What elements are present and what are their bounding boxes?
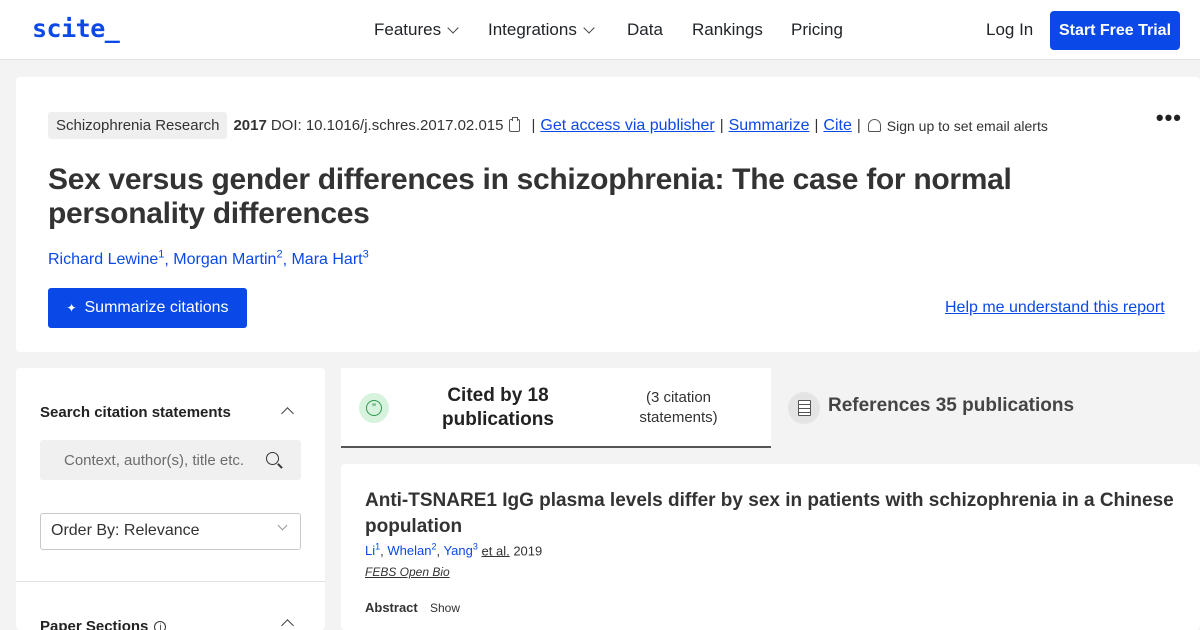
search-statements-heading: Search citation statements [40, 404, 231, 421]
page-title: Sex versus gender differences in schizop… [48, 163, 1012, 230]
nav-data[interactable]: Data [627, 20, 663, 40]
cited-by-count: Cited by 18 publications [442, 385, 554, 430]
order-by-value: Order By: Relevance [51, 522, 200, 539]
author-link[interactable]: Richard Lewine1 [48, 249, 164, 268]
author-link[interactable]: Morgan Martin2 [173, 249, 282, 268]
paper-doi: DOI: 10.1016/j.schres.2017.02.015 [270, 117, 504, 134]
tab-cited-by[interactable]: ” Cited by 18 publications (3 citation s… [341, 368, 771, 448]
search-icon[interactable] [266, 452, 279, 465]
citation-title[interactable]: Anti-TSNARE1 IgG plasma levels differ by… [365, 488, 1185, 540]
start-free-trial-button[interactable]: Start Free Trial [1050, 11, 1180, 50]
cite-link[interactable]: Cite [823, 117, 851, 135]
paper-header-card: Schizophrenia Research 2017 DOI: 10.1016… [16, 77, 1200, 352]
chevron-up-icon[interactable] [281, 619, 294, 630]
bell-icon[interactable] [867, 119, 881, 132]
email-alerts-link[interactable]: Sign up to set email alerts [887, 118, 1048, 134]
references-count: References 35 publications [828, 395, 1075, 416]
nav-integrations-label: Integrations [488, 20, 577, 39]
paper-meta-row: Schizophrenia Research 2017 DOI: 10.1016… [48, 112, 1048, 139]
nav-pricing[interactable]: Pricing [791, 20, 843, 40]
filter-sidebar: Search citation statements Order By: Rel… [16, 368, 325, 630]
top-navbar: scite_ Features Integrations Data Rankin… [0, 0, 1200, 60]
citation-card: Anti-TSNARE1 IgG plasma levels differ by… [341, 464, 1200, 630]
nav-integrations[interactable]: Integrations [488, 20, 595, 40]
scite-logo[interactable]: scite_ [32, 14, 120, 43]
summarize-link[interactable]: Summarize [729, 117, 810, 135]
clipboard-icon[interactable] [509, 117, 521, 132]
paper-sections-heading: Paper Sections i [40, 618, 167, 630]
wand-icon: ✦ [66, 301, 77, 315]
chevron-down-icon [447, 21, 459, 34]
search-input[interactable] [64, 451, 264, 469]
chevron-up-icon[interactable] [281, 407, 294, 420]
nav-features[interactable]: Features [374, 20, 459, 40]
author-link[interactable]: Yang3 [443, 542, 477, 558]
summarize-citations-label: Summarize citations [84, 299, 229, 316]
quote-bubble-icon: ” [359, 393, 389, 423]
search-field [40, 440, 301, 480]
info-icon[interactable]: i [154, 620, 167, 630]
chevron-down-icon [277, 520, 288, 531]
divider [16, 581, 325, 582]
order-by-select[interactable]: Order By: Relevance [40, 513, 301, 550]
summarize-citations-button[interactable]: ✦ Summarize citations [48, 288, 247, 328]
document-icon [788, 392, 820, 424]
author-link[interactable]: Li1 [365, 542, 380, 558]
citation-authors: Li1, Whelan2, Yang3 et al. 2019 [365, 542, 543, 559]
nav-rankings[interactable]: Rankings [692, 20, 763, 40]
tab-references[interactable]: References 35 publications [771, 368, 1200, 448]
abstract-label: Abstract [365, 600, 418, 615]
citation-year: 2019 [513, 543, 543, 559]
nav-features-label: Features [374, 20, 442, 39]
help-understand-link[interactable]: Help me understand this report [945, 299, 1165, 317]
more-options-icon[interactable]: ••• [1156, 105, 1182, 131]
show-abstract-toggle[interactable]: Show [430, 601, 460, 615]
author-list: Richard Lewine1, Morgan Martin2, Mara Ha… [48, 249, 369, 269]
chevron-down-icon [583, 21, 595, 34]
login-link[interactable]: Log In [986, 20, 1033, 40]
paper-year: 2017 [233, 117, 267, 134]
journal-chip[interactable]: Schizophrenia Research [48, 112, 228, 139]
author-link[interactable]: Whelan2 [387, 542, 436, 558]
citation-statements-count: (3 citation statements) [639, 389, 718, 426]
et-al-link[interactable]: et al. [482, 543, 510, 558]
author-link[interactable]: Mara Hart3 [291, 249, 368, 268]
get-access-link[interactable]: Get access via publisher [540, 117, 714, 135]
citation-journal[interactable]: FEBS Open Bio [365, 565, 450, 579]
